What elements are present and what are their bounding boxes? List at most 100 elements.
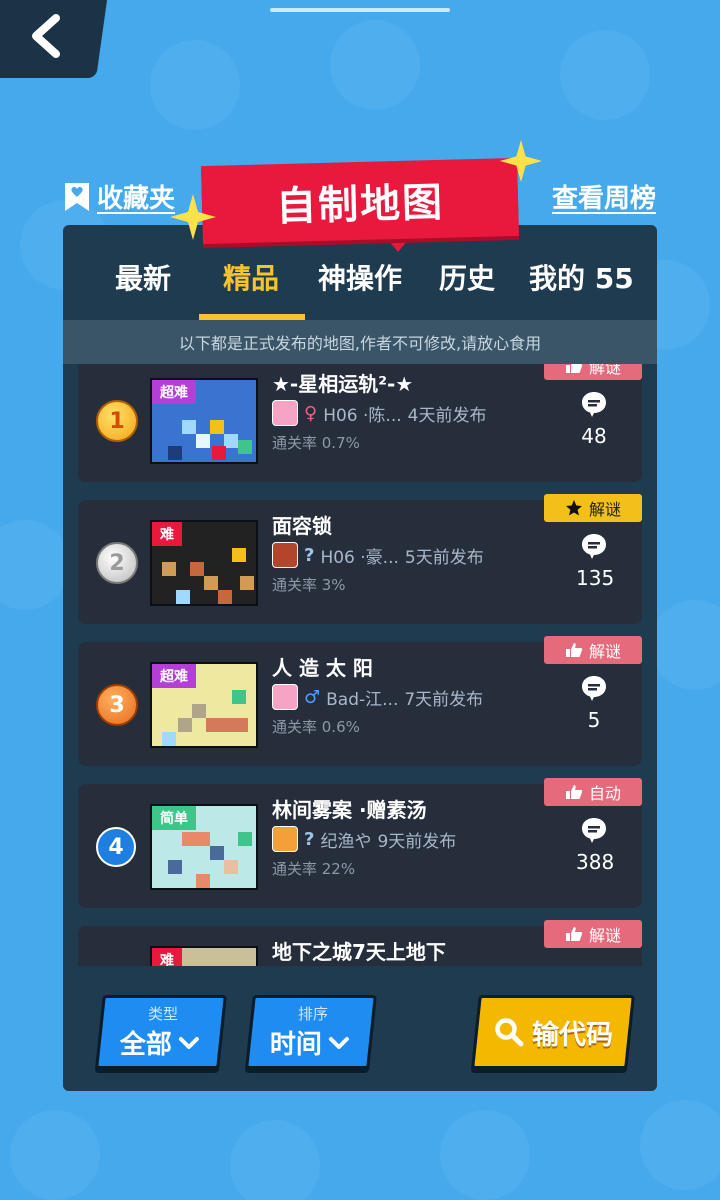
- favorites-label: 收藏夹: [97, 184, 176, 214]
- comment-count: 5: [587, 708, 601, 732]
- map-thumbnail: 难: [150, 946, 258, 966]
- author-avatar: [272, 542, 298, 568]
- difficulty-badge: 难: [152, 522, 182, 546]
- chevron-left-icon: [32, 14, 60, 58]
- map-thumbnail: 简单: [150, 804, 258, 890]
- tab-god-moves[interactable]: 神操作: [318, 257, 402, 297]
- comment-count: 135: [576, 566, 615, 590]
- page-title: 自制地图: [201, 157, 519, 245]
- author-name: H06 ·豪...: [320, 547, 399, 568]
- map-card[interactable]: 3 超难 人 造 太 阳 ♂ Bad-江... 7天前发布 通关率 0.6% 解…: [78, 636, 642, 766]
- category-label: 解谜: [588, 642, 621, 661]
- clear-rate: 通关率 0.6%: [272, 718, 360, 736]
- comments[interactable]: 5: [576, 674, 612, 732]
- category-tag: 解谜: [544, 494, 642, 522]
- map-thumbnail: 难: [150, 520, 258, 606]
- category-label: 解谜: [588, 500, 621, 519]
- gender-icon: ?: [304, 544, 315, 566]
- type-filter-value: 全部: [119, 1030, 172, 1060]
- author-row: ? 纪渔や 9天前发布: [272, 826, 456, 852]
- map-thumbnail: 超难: [150, 662, 258, 748]
- map-card[interactable]: 难 地下之城7天上地下 解谜: [78, 920, 642, 966]
- comments[interactable]: 135: [576, 532, 615, 590]
- tab-history[interactable]: 历史: [439, 257, 495, 297]
- thumbs-up-icon: [565, 785, 583, 799]
- top-handle: [270, 8, 450, 12]
- sort-button[interactable]: 排序 时间: [245, 995, 377, 1069]
- map-title: 地下之城7天上地下: [272, 940, 446, 964]
- notice-bar: 以下都是正式发布的地图,作者不可修改,请放心食用: [63, 320, 657, 364]
- author-name: Bad-江...: [326, 689, 399, 710]
- category-tag: 解谜: [544, 636, 642, 664]
- thumbs-up-icon: [565, 643, 583, 657]
- chevron-down-icon: [328, 1036, 349, 1049]
- thumbs-up-icon: [565, 927, 583, 941]
- gender-icon: ♂: [304, 686, 321, 708]
- clear-rate: 通关率 22%: [272, 860, 356, 878]
- gender-icon: ?: [304, 828, 315, 850]
- difficulty-badge: 难: [152, 948, 182, 966]
- map-list-panel: 最新 精品 神操作 历史 我的 55 以下都是正式发布的地图,作者不可修改,请放…: [63, 225, 657, 1091]
- author-name: 纪渔や: [320, 831, 372, 852]
- comment-count: 48: [581, 424, 607, 448]
- thumbs-up-icon: [565, 364, 583, 373]
- difficulty-badge: 简单: [152, 806, 196, 830]
- map-list[interactable]: 1 超难 ★-星相运轨²-★ ♀ H06 ·陈... 4天前发布 通关率 0.7…: [63, 364, 657, 966]
- tab-latest[interactable]: 最新: [115, 257, 171, 297]
- clear-rate: 通关率 0.7%: [272, 434, 360, 452]
- search-icon: [494, 1018, 523, 1047]
- map-title: 林间雾案 ·赠素汤: [272, 798, 427, 822]
- publish-time: 5天前发布: [404, 547, 484, 568]
- comment-bubble-icon: [582, 818, 606, 843]
- publish-time: 7天前发布: [404, 689, 484, 710]
- sort-label: 排序: [297, 1005, 328, 1023]
- author-row: ? H06 ·豪... 5天前发布: [272, 542, 484, 568]
- favorites-link[interactable]: 收藏夹: [63, 178, 175, 215]
- category-label: 解谜: [588, 926, 621, 945]
- map-card[interactable]: 4 简单 林间雾案 ·赠素汤 ? 纪渔や 9天前发布 通关率 22% 自动 38…: [78, 778, 642, 908]
- author-avatar: [272, 684, 298, 710]
- rank-medal-3: 3: [96, 684, 138, 726]
- tab-mine[interactable]: 我的 55: [529, 257, 634, 297]
- comments[interactable]: 48: [576, 390, 612, 448]
- comments[interactable]: 388: [576, 816, 615, 874]
- chevron-down-icon: [178, 1036, 199, 1049]
- difficulty-badge: 超难: [152, 664, 196, 688]
- map-card[interactable]: 2 难 面容锁 ? H06 ·豪... 5天前发布 通关率 3% 解谜 135: [78, 494, 642, 624]
- map-title: 面容锁: [272, 514, 332, 538]
- tab-featured[interactable]: 精品: [223, 257, 279, 297]
- author-name: H06 ·陈...: [323, 405, 402, 426]
- category-tag: 解谜: [544, 920, 642, 948]
- type-filter-label: 类型: [147, 1005, 178, 1023]
- bottom-toolbar: 类型 全部 排序 时间 输代码: [63, 966, 657, 1091]
- rank-medal-2: 2: [96, 542, 138, 584]
- category-label: 解谜: [588, 364, 621, 377]
- weekly-ranking-link[interactable]: 查看周榜: [552, 178, 656, 215]
- gender-icon: ♀: [304, 402, 318, 424]
- comment-bubble-icon: [582, 534, 606, 559]
- back-button[interactable]: [0, 0, 108, 78]
- map-title: ★-星相运轨²-★: [272, 372, 414, 396]
- category-tag: 自动: [544, 778, 642, 806]
- category-label: 自动: [588, 784, 621, 803]
- map-thumbnail: 超难: [150, 378, 258, 464]
- star-icon: [565, 500, 582, 516]
- author-avatar: [272, 400, 298, 426]
- map-card[interactable]: 1 超难 ★-星相运轨²-★ ♀ H06 ·陈... 4天前发布 通关率 0.7…: [78, 364, 642, 482]
- comment-count: 388: [576, 850, 615, 874]
- rank-medal-1: 1: [96, 400, 138, 442]
- publish-time: 9天前发布: [377, 831, 457, 852]
- comment-bubble-icon: [582, 676, 606, 701]
- clear-rate: 通关率 3%: [272, 576, 346, 594]
- sort-value: 时间: [269, 1030, 322, 1060]
- rank-number-4: 4: [96, 827, 136, 867]
- enter-code-button[interactable]: 输代码: [471, 995, 635, 1069]
- bookmark-heart-icon: [65, 182, 89, 211]
- author-row: ♀ H06 ·陈... 4天前发布: [272, 400, 486, 426]
- type-filter-button[interactable]: 类型 全部: [95, 995, 227, 1069]
- publish-time: 4天前发布: [407, 405, 487, 426]
- sparkle-icon: [170, 194, 216, 240]
- comment-bubble-icon: [582, 392, 606, 417]
- enter-code-label: 输代码: [531, 1019, 613, 1051]
- author-avatar: [272, 826, 298, 852]
